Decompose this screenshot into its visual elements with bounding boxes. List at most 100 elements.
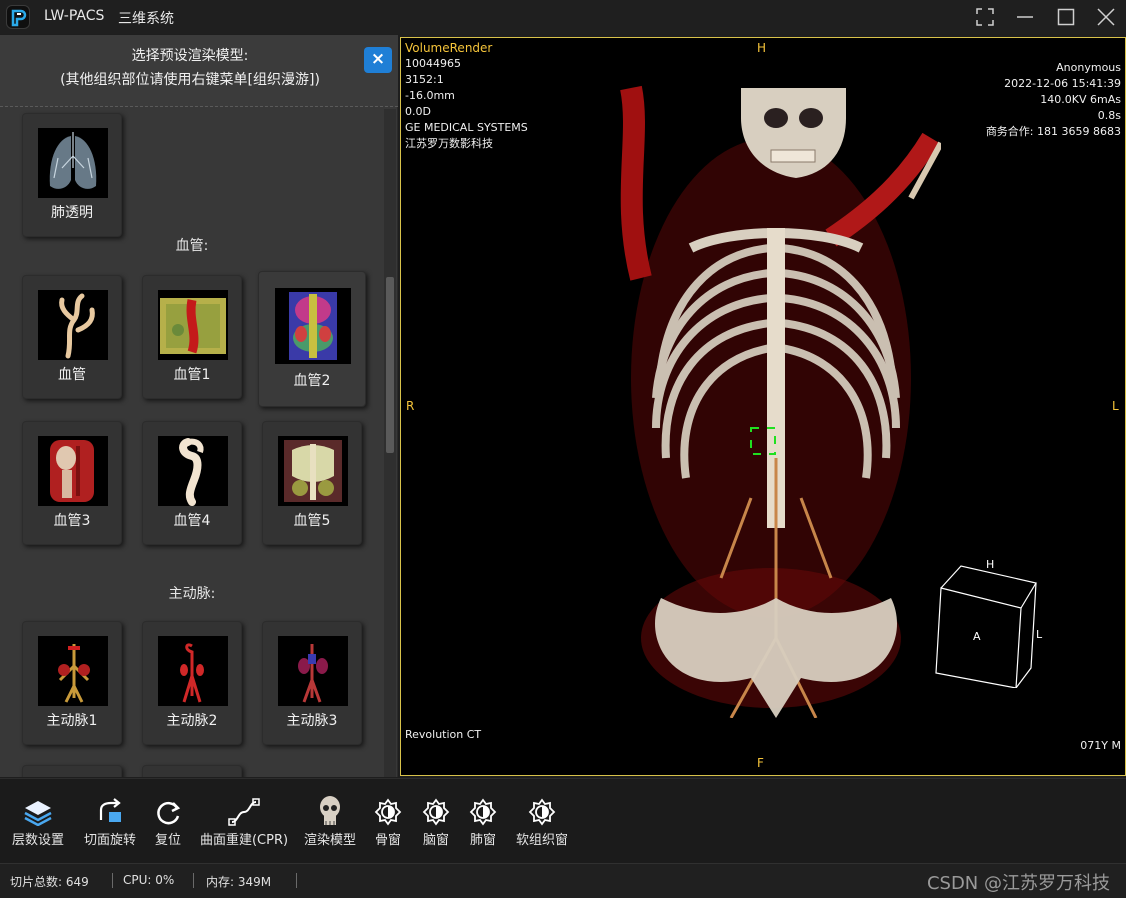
plane-rotate-button[interactable]: 切面旋转 — [78, 795, 142, 848]
preset-scrollbar[interactable] — [384, 109, 396, 777]
preset-card-vessel-3[interactable]: 血管3 — [22, 421, 122, 545]
angle-value: 0.0D — [405, 105, 431, 118]
tool-label: 骨窗 — [374, 833, 401, 848]
company-label: 江苏罗万数影科技 — [405, 137, 493, 150]
window-icon — [528, 798, 556, 826]
lung-thumbnail — [38, 128, 108, 198]
tool-label: 肺窗 — [469, 833, 496, 848]
aorta-2-thumbnail — [158, 636, 228, 706]
preset-card-vessel-4[interactable]: 血管4 — [142, 421, 242, 545]
divider — [193, 873, 194, 888]
patient-name: Anonymous — [1056, 61, 1121, 74]
preset-card-aorta-2[interactable]: 主动脉2 — [142, 621, 242, 745]
tool-label: 切面旋转 — [83, 833, 136, 848]
window-icon — [374, 798, 402, 826]
divider — [112, 873, 113, 888]
curve-icon — [228, 798, 260, 826]
manufacturer: GE MEDICAL SYSTEMS — [405, 121, 528, 134]
window-icon — [469, 798, 497, 826]
panel-title: 选择预设渲染模型: — [131, 48, 249, 64]
card-label: 主动脉2 — [166, 713, 218, 729]
maximize-button[interactable] — [1053, 5, 1079, 29]
preset-card-aorta-3[interactable]: 主动脉3 — [262, 621, 362, 745]
section-title-aorta: 主动脉: — [168, 586, 216, 602]
card-label: 血管2 — [293, 373, 331, 389]
soft-tissue-window-button[interactable]: 软组织窗 — [512, 795, 572, 848]
preset-panel: 选择预设渲染模型: (其他组织部位请使用右键菜单[组织漫游]) × 肺透明 血管… — [0, 35, 398, 777]
render-mode-label: VolumeRender — [405, 41, 493, 55]
tool-label: 层数设置 — [11, 833, 64, 848]
slice-position: -16.0mm — [405, 89, 455, 102]
tool-label: 复位 — [154, 833, 181, 848]
preset-card-vessel[interactable]: 血管 — [22, 275, 122, 399]
card-label: 肺透明 — [51, 205, 93, 221]
rotate-plane-icon — [99, 798, 121, 822]
orientation-top: H — [757, 41, 767, 55]
business-contact: 商务合作: 181 3659 8683 — [985, 125, 1121, 138]
vessel-1-thumbnail — [158, 290, 228, 360]
app-subtitle: 三维系统 — [118, 11, 174, 27]
reset-button[interactable]: 复位 — [148, 795, 188, 848]
fullscreen-button[interactable] — [972, 5, 998, 29]
status-bar: 切片总数: 649 CPU: 0% 内存: 349M CSDN @江苏罗万科技 — [0, 863, 1126, 898]
brain-window-button[interactable]: 脑窗 — [418, 795, 454, 848]
preset-card[interactable] — [142, 765, 242, 777]
divider — [296, 873, 297, 888]
preset-list[interactable]: 肺透明 血管: 血管 血管1 血管2 血管3 血管4 血管5 主动脉: 主动脉1… — [0, 109, 384, 777]
scanner-model: Revolution CT — [405, 728, 482, 741]
overlay-top-right: Anonymous 2022-12-06 15:41:39 140.0KV 6m… — [986, 60, 1121, 140]
study-datetime: 2022-12-06 15:41:39 — [1004, 77, 1121, 90]
patient-age-sex: 071Y M — [1080, 739, 1121, 752]
volume-render-image — [620, 85, 941, 718]
slice-count: 切片总数: 649 — [10, 875, 89, 889]
cube-top-label: H — [986, 558, 994, 571]
volume-render-viewport[interactable]: VolumeRender 10044965 3152:1 -16.0mm 0.0… — [400, 37, 1126, 776]
watermark: CSDN @江苏罗万科技 — [926, 873, 1110, 894]
vessel-3-thumbnail — [38, 436, 108, 506]
maximize-icon — [1057, 8, 1075, 26]
tool-label: 曲面重建(CPR) — [199, 833, 289, 848]
cpu-usage: CPU: 0% — [123, 873, 175, 887]
render-model-button[interactable]: 渲染模型 — [300, 795, 360, 848]
close-icon — [1097, 8, 1115, 26]
overlay-top-left: VolumeRender 10044965 3152:1 -16.0mm 0.0… — [405, 40, 528, 152]
preset-card-vessel-5[interactable]: 血管5 — [262, 421, 362, 545]
scrollbar-thumb[interactable] — [386, 277, 394, 453]
vessel-2-thumbnail — [275, 288, 351, 364]
preset-card-aorta-1[interactable]: 主动脉1 — [22, 621, 122, 745]
card-label: 主动脉3 — [286, 713, 338, 729]
exposure-time: 0.8s — [1097, 109, 1121, 122]
layer-settings-button[interactable]: 层数设置 — [6, 795, 70, 848]
preset-card-vessel-2[interactable]: 血管2 — [258, 271, 366, 407]
minimize-button[interactable] — [1012, 5, 1038, 29]
card-label: 血管 — [58, 367, 86, 383]
panel-header: 选择预设渲染模型: (其他组织部位请使用右键菜单[组织漫游]) × — [0, 35, 398, 107]
lung-window-button[interactable]: 肺窗 — [465, 795, 501, 848]
tool-label: 软组织窗 — [515, 833, 568, 848]
vessel-4-thumbnail — [158, 436, 228, 506]
bottom-toolbar: 层数设置 切面旋转 复位 曲面重建(CPR) 渲染模型 骨窗 脑窗 肺窗 软组织… — [0, 778, 1126, 863]
close-window-button[interactable] — [1093, 5, 1119, 29]
card-label: 血管3 — [53, 513, 91, 529]
cpr-button[interactable]: 曲面重建(CPR) — [198, 795, 290, 848]
exposure-params: 140.0KV 6mAs — [1040, 93, 1121, 106]
fullscreen-icon — [976, 8, 994, 26]
preset-card-vessel-1[interactable]: 血管1 — [142, 275, 242, 399]
cube-side-label: L — [1036, 628, 1043, 641]
bone-window-button[interactable]: 骨窗 — [370, 795, 406, 848]
panel-hint: (其他组织部位请使用右键菜单[组织漫游]) — [60, 72, 320, 88]
zoom-ratio: 3152:1 — [405, 73, 444, 86]
panel-close-button[interactable]: × — [364, 47, 392, 73]
title-bar: LW-PACS 三维系统 — [0, 0, 1126, 34]
preset-card-lung[interactable]: 肺透明 — [22, 113, 122, 237]
cube-face-label: A — [973, 630, 981, 643]
app-logo — [6, 5, 30, 29]
orientation-cube[interactable]: H A L — [931, 558, 1051, 688]
preset-card[interactable] — [22, 765, 122, 777]
vessel-5-thumbnail — [278, 436, 348, 506]
tool-label: 渲染模型 — [303, 833, 356, 848]
aorta-1-thumbnail — [38, 636, 108, 706]
reset-icon — [157, 801, 181, 825]
card-label: 血管1 — [173, 367, 211, 383]
patient-id: 10044965 — [405, 57, 461, 70]
